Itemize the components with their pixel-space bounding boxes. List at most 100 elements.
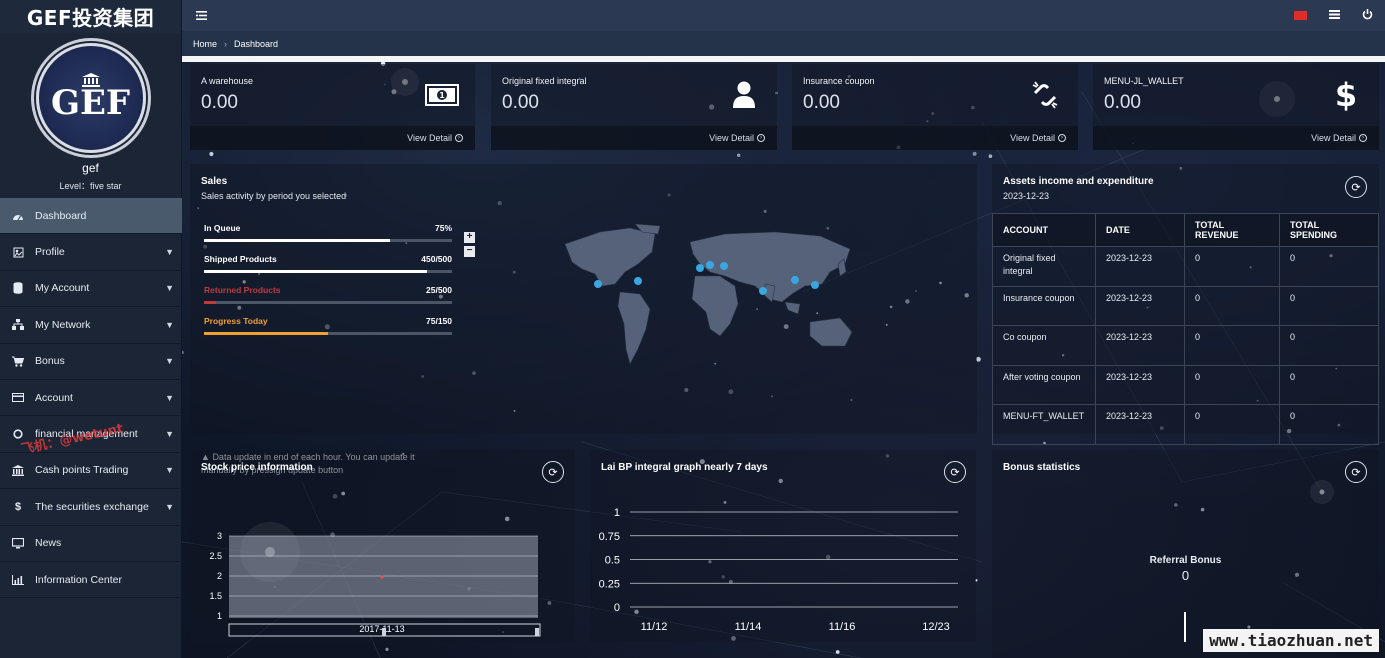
progress-label: Returned Products xyxy=(204,285,281,295)
data-point xyxy=(380,575,384,579)
sidebar-item-label: The securities exchange xyxy=(35,500,149,513)
navigator-handle[interactable] xyxy=(535,628,539,636)
stat-label: A warehouse xyxy=(201,76,254,86)
chevron-down-icon: ▼ xyxy=(165,356,174,367)
account-cell: Co coupon xyxy=(992,325,1096,366)
bar-chart-icon xyxy=(12,574,24,586)
spending-cell: 0 xyxy=(1279,246,1379,287)
breadcrumb-home[interactable]: Home xyxy=(193,39,217,49)
sidebar-item-information-center[interactable]: Information Center xyxy=(0,562,182,599)
monitor-icon xyxy=(12,537,24,549)
sidebar-item-cash-points-trading[interactable]: Cash points Trading ▼ xyxy=(0,453,182,490)
sidebar-item-label: financial management xyxy=(35,428,138,441)
panel-date: 2023-12-23 xyxy=(1003,191,1050,201)
stat-card-original-fixed-integral: Original fixed integral 0.00 View Detail… xyxy=(491,64,777,150)
dollar-icon: $ xyxy=(1334,76,1358,114)
column-header: DATE xyxy=(1095,213,1185,247)
y-tick-label: 0 xyxy=(614,602,620,614)
chevron-down-icon: ▼ xyxy=(165,319,174,330)
site-watermark: www.tiaozhuan.net xyxy=(1203,629,1379,652)
power-icon[interactable] xyxy=(1362,8,1373,23)
sidebar-item-label: My Network xyxy=(35,318,91,331)
user-level: Level：five star xyxy=(59,181,122,191)
sidebar-item-dashboard[interactable]: Dashboard xyxy=(0,198,182,235)
sidebar-item-account[interactable]: Account ▼ xyxy=(0,380,182,417)
profile-icon xyxy=(12,246,24,258)
network-icon xyxy=(12,319,24,331)
view-detail-link[interactable]: View Detail › xyxy=(190,126,475,150)
stock-chart[interactable]: 3 2.5 2 1.5 1 2017-11-13 xyxy=(190,450,575,642)
top-bar xyxy=(182,0,1385,31)
y-tick: 2.5 xyxy=(209,551,222,561)
view-detail-label: View Detail xyxy=(1010,133,1055,143)
column-header: TOTAL REVENUE xyxy=(1184,213,1280,247)
bank-icon xyxy=(12,464,24,476)
dashboard-icon xyxy=(12,210,24,222)
sidebar-item-my-account[interactable]: My Account ▼ xyxy=(0,271,182,308)
x-tick-label: 11/14 xyxy=(735,621,762,633)
refresh-button[interactable]: ⟳ xyxy=(1345,176,1367,198)
circle-icon xyxy=(12,428,24,440)
arrow-right-icon: › xyxy=(1058,134,1066,142)
spending-cell: 0 xyxy=(1279,325,1379,366)
view-detail-link[interactable]: View Detail › xyxy=(491,126,777,150)
sidebar-item-label: Cash points Trading xyxy=(35,464,129,477)
chevron-down-icon: ▼ xyxy=(165,429,174,440)
user-icon xyxy=(727,79,761,111)
map-zoom-out-button[interactable]: − xyxy=(464,246,475,257)
brand-title[interactable]: GEF投资集团 xyxy=(0,0,181,33)
lai-chart-panel: Lai BP integral graph nearly 7 days ⟳ 10… xyxy=(590,450,976,642)
sidebar-item-profile[interactable]: Profile ▼ xyxy=(0,234,182,271)
sidebar-item-news[interactable]: News xyxy=(0,526,182,562)
stat-value: 0.00 xyxy=(803,92,840,113)
company-logo: GEF xyxy=(35,43,146,153)
stat-value: 0.00 xyxy=(201,92,238,113)
star xyxy=(385,647,389,652)
chevron-down-icon: ▼ xyxy=(165,392,174,403)
chevron-down-icon: ▼ xyxy=(165,283,174,294)
main-content: A warehouse 0.00 1 View Detail › Original… xyxy=(182,62,1385,658)
sidebar-item-bonus[interactable]: Bonus ▼ xyxy=(0,344,182,380)
language-flag-icon[interactable] xyxy=(1294,11,1307,20)
user-name: gef xyxy=(82,161,99,175)
stat-value: 0.00 xyxy=(502,92,539,113)
account-cell: Original fixed integral xyxy=(992,246,1096,287)
sidebar-item-financial-management[interactable]: financial management ▼ xyxy=(0,416,182,453)
view-detail-link[interactable]: View Detail › xyxy=(792,126,1078,150)
progress-fill xyxy=(204,301,217,304)
map-zoom-in-button[interactable]: + xyxy=(464,232,475,243)
logo-text: GEF xyxy=(50,83,131,123)
progress-label: Shipped Products xyxy=(204,254,277,264)
lai-line-chart[interactable]: 1 0.75 0.5 0.25 0 11/12 11/14 11/16 12/23 xyxy=(590,450,976,642)
sales-panel: Sales Sales activity by period you selec… xyxy=(190,164,977,475)
y-tick-label: 1 xyxy=(614,507,620,519)
view-detail-link[interactable]: View Detail › xyxy=(1093,126,1379,150)
y-tick: 2 xyxy=(217,571,222,581)
bonus-panel: Bonus statistics ⟳ Referral Bonus 0 xyxy=(992,450,1379,658)
stat-label: Original fixed integral xyxy=(502,76,587,86)
revenue-cell: 0 xyxy=(1184,285,1280,327)
star xyxy=(835,650,840,654)
world-map[interactable] xyxy=(560,224,880,374)
progress-in-queue: In Queue 75% xyxy=(204,223,452,242)
refresh-button[interactable]: ⟳ xyxy=(1345,461,1367,483)
arrow-right-icon: › xyxy=(1359,134,1367,142)
progress-progress-today: Progress Today 75/150 xyxy=(204,316,452,335)
navigator-handle[interactable] xyxy=(382,628,386,636)
stat-card-a-warehouse: A warehouse 0.00 1 View Detail › xyxy=(190,64,475,150)
list-icon[interactable] xyxy=(1329,9,1340,22)
y-tick: 3 xyxy=(217,531,222,541)
stock-panel: Stock price information ⟳ 3 2.5 2 1.5 1 … xyxy=(190,450,575,642)
panel-title: Bonus statistics xyxy=(1003,462,1081,473)
sidebar-item-securities-exchange[interactable]: $ The securities exchange ▼ xyxy=(0,489,182,526)
table-row: Co coupon 2023-12-23 0 0 xyxy=(992,325,1379,366)
menu-toggle-icon[interactable] xyxy=(194,9,208,23)
sidebar: GEF投资集团 GEF gef Level：five star Dashboar… xyxy=(0,0,182,658)
y-tick-label: 0.25 xyxy=(599,578,620,590)
sidebar-item-my-network[interactable]: My Network ▼ xyxy=(0,307,182,344)
sidebar-item-label: Bonus xyxy=(35,355,65,368)
star xyxy=(988,154,993,158)
revenue-cell: 0 xyxy=(1184,246,1280,287)
progress-value: 75/150 xyxy=(426,316,452,326)
progress-value: 450/500 xyxy=(421,254,452,264)
